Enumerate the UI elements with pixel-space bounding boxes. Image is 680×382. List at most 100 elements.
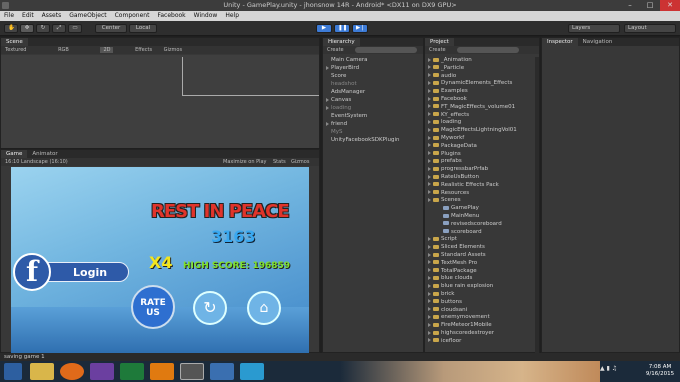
project-item[interactable]: Examples <box>428 88 468 95</box>
project-item[interactable]: enemymovement <box>428 314 490 321</box>
project-item[interactable]: TotalPackage <box>428 268 477 275</box>
expand-arrow-icon[interactable] <box>428 143 431 148</box>
expand-arrow-icon[interactable] <box>428 299 431 304</box>
expand-arrow-icon[interactable] <box>326 105 329 110</box>
project-item[interactable]: highscoredestroyer <box>428 330 494 337</box>
project-item[interactable]: scoreboard <box>438 229 482 236</box>
project-item[interactable]: Realistic Effects Pack <box>428 182 499 189</box>
project-item[interactable]: GamePlay <box>438 205 479 212</box>
expand-arrow-icon[interactable] <box>428 260 431 265</box>
project-item[interactable]: revisedscoreboard <box>438 221 502 228</box>
expand-arrow-icon[interactable] <box>428 197 431 202</box>
hierarchy-item[interactable]: MyS <box>326 129 343 136</box>
project-item[interactable]: MagicEffectsLightningVol01 <box>428 127 517 134</box>
expand-arrow-icon[interactable] <box>326 121 329 126</box>
menu-file[interactable]: File <box>0 11 18 21</box>
menu-facebook[interactable]: Facebook <box>153 11 189 21</box>
tab-game[interactable]: Game <box>1 150 28 158</box>
rect-tool-icon[interactable]: ▭ <box>68 24 82 33</box>
project-item[interactable]: buttons <box>428 299 462 306</box>
effects-dropdown[interactable]: Effects <box>135 47 152 53</box>
hierarchy-item[interactable]: UnityFacebookSDKPlugin <box>326 137 399 144</box>
expand-arrow-icon[interactable] <box>428 158 431 163</box>
expand-arrow-icon[interactable] <box>428 151 431 156</box>
textured-dropdown[interactable]: Textured <box>5 47 26 53</box>
project-item[interactable]: audio <box>428 73 456 80</box>
pause-button[interactable]: ❚❚ <box>334 24 350 33</box>
tab-scene[interactable]: Scene <box>1 38 28 46</box>
project-item[interactable]: Scenes <box>428 197 461 204</box>
expand-arrow-icon[interactable] <box>428 73 431 78</box>
media-icon[interactable] <box>210 363 234 380</box>
expand-arrow-icon[interactable] <box>428 268 431 273</box>
visual-studio-icon[interactable] <box>90 363 114 380</box>
scale-tool-icon[interactable]: ⤢ <box>52 24 66 33</box>
unity-taskbar-icon[interactable] <box>180 363 204 380</box>
project-item[interactable]: cloudsani <box>428 307 467 314</box>
menu-gameobject[interactable]: GameObject <box>65 11 110 21</box>
project-scrollbar[interactable] <box>535 57 539 353</box>
expand-arrow-icon[interactable] <box>428 96 431 101</box>
hand-tool-icon[interactable]: ✋ <box>4 24 18 33</box>
project-item[interactable]: loading <box>428 119 461 126</box>
project-item[interactable]: progressbarPrfab <box>428 166 488 173</box>
project-item[interactable]: Facebook <box>428 96 467 103</box>
expand-arrow-icon[interactable] <box>428 314 431 319</box>
expand-arrow-icon[interactable] <box>428 104 431 109</box>
rotate-tool-icon[interactable]: ↻ <box>36 24 50 33</box>
tab-navigation[interactable]: Navigation <box>578 38 618 46</box>
project-item[interactable]: blue clouds <box>428 275 472 282</box>
hierarchy-item[interactable]: Main Camera <box>326 57 367 64</box>
tab-hierarchy[interactable]: Hierarchy <box>323 38 360 46</box>
play-button[interactable]: ▶ <box>316 24 332 33</box>
expand-arrow-icon[interactable] <box>428 190 431 195</box>
move-tool-icon[interactable]: ✥ <box>20 24 34 33</box>
expand-arrow-icon[interactable] <box>428 119 431 124</box>
stats-toggle[interactable]: Stats <box>273 158 286 166</box>
game-view[interactable]: REST IN PEACE 3163 X4 HIGH SCORE: 196859… <box>11 167 309 353</box>
project-item[interactable]: FT_MagicEffects_volume01 <box>428 104 515 111</box>
project-item[interactable]: PackageData <box>428 143 477 150</box>
expand-arrow-icon[interactable] <box>428 307 431 312</box>
project-item[interactable]: Standard Assets <box>428 252 486 259</box>
scene-gizmos-dropdown[interactable]: Gizmos <box>164 47 182 53</box>
project-search-input[interactable] <box>457 47 519 53</box>
expand-arrow-icon[interactable] <box>428 338 431 343</box>
project-item[interactable]: FireMeteor1Mobile <box>428 322 492 329</box>
expand-arrow-icon[interactable] <box>428 174 431 179</box>
pivot-center-button[interactable]: Center <box>95 24 127 33</box>
project-item[interactable]: blue rain explosion <box>428 283 493 290</box>
expand-arrow-icon[interactable] <box>326 97 329 102</box>
project-item[interactable]: _Animation <box>428 57 472 64</box>
expand-arrow-icon[interactable] <box>428 80 431 85</box>
game-gizmos-toggle[interactable]: Gizmos <box>291 158 309 166</box>
menu-window[interactable]: Window <box>190 11 222 21</box>
menu-edit[interactable]: Edit <box>18 11 38 21</box>
2d-toggle[interactable]: 2D <box>100 47 114 53</box>
minimize-icon[interactable]: – <box>620 0 640 11</box>
expand-arrow-icon[interactable] <box>428 252 431 257</box>
expand-arrow-icon[interactable] <box>428 283 431 288</box>
project-item[interactable]: Resources <box>428 190 469 197</box>
expand-arrow-icon[interactable] <box>428 166 431 171</box>
hierarchy-item[interactable]: AdsManager <box>326 89 365 96</box>
firefox-icon[interactable] <box>60 363 84 380</box>
hierarchy-item[interactable]: loading <box>326 105 351 112</box>
project-item[interactable]: Plugins <box>428 151 461 158</box>
excel-icon[interactable] <box>120 363 144 380</box>
menu-assets[interactable]: Assets <box>38 11 66 21</box>
menu-component[interactable]: Component <box>111 11 154 21</box>
expand-arrow-icon[interactable] <box>428 127 431 132</box>
close-icon[interactable]: ✕ <box>660 0 680 11</box>
project-item[interactable]: KY_effects <box>428 112 469 119</box>
browser-icon[interactable] <box>240 363 264 380</box>
scene-view[interactable] <box>1 55 319 148</box>
tab-animator[interactable]: Animator <box>27 150 62 158</box>
maximize-on-play-toggle[interactable]: Maximize on Play <box>223 158 267 166</box>
project-item[interactable]: Sliced Elements <box>428 244 485 251</box>
hierarchy-item[interactable]: friend <box>326 121 347 128</box>
layers-dropdown[interactable]: Layers <box>568 24 620 33</box>
menu-help[interactable]: Help <box>221 11 243 21</box>
expand-arrow-icon[interactable] <box>428 236 431 241</box>
hierarchy-item[interactable]: Canvas <box>326 97 351 104</box>
